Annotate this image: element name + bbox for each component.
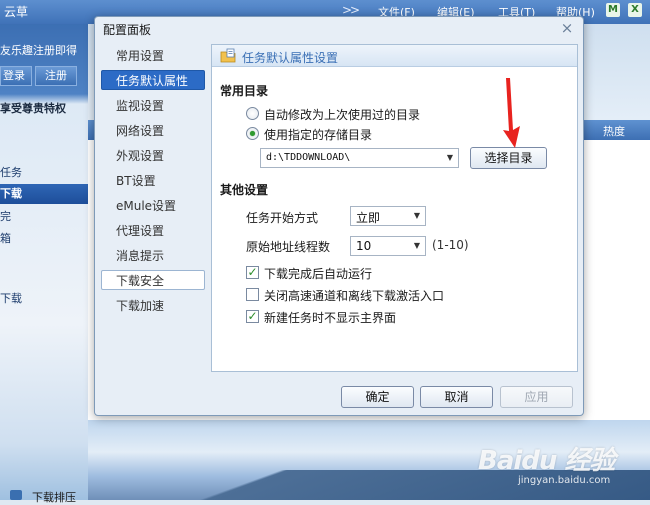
baidu-watermark: Baidu 经验 jingyan.baidu.com bbox=[478, 440, 648, 496]
config-dialog: 配置面板 × 常用设置 任务默认属性 监视设置 网络设置 外观设置 BT设置 e… bbox=[94, 16, 584, 416]
ok-button[interactable]: 确定 bbox=[341, 386, 414, 408]
panel-header: 任务默认属性设置 bbox=[212, 45, 577, 67]
cancel-button[interactable]: 取消 bbox=[420, 386, 493, 408]
app-title-fragment: 云草 bbox=[4, 5, 29, 19]
nav-network-settings[interactable]: 网络设置 bbox=[101, 120, 205, 140]
nav-download-security[interactable]: 下载安全 bbox=[101, 270, 205, 290]
directory-path-combo[interactable]: d:\TDDOWNLOAD\ ▼ bbox=[260, 148, 459, 168]
common-dir-heading: 常用目录 bbox=[220, 84, 269, 98]
nav-proxy-settings[interactable]: 代理设置 bbox=[101, 220, 205, 240]
watermark-logo: Baidu 经验 bbox=[478, 446, 615, 476]
left-item-tasks[interactable]: 任务 bbox=[0, 164, 22, 180]
annotation-arrow-icon bbox=[503, 78, 520, 148]
chevron-down-icon[interactable]: ▼ bbox=[442, 149, 458, 167]
nav-appearance-settings[interactable]: 外观设置 bbox=[101, 145, 205, 165]
nav-message-tips[interactable]: 消息提示 bbox=[101, 245, 205, 265]
chevron-down-icon[interactable]: ▼ bbox=[409, 207, 425, 225]
vip-text: 享受尊贵特权 bbox=[0, 102, 66, 115]
threads-range: (1-10) bbox=[432, 238, 469, 252]
other-settings-heading: 其他设置 bbox=[220, 183, 269, 197]
check-auto-run-label[interactable]: 下载完成后自动运行 bbox=[264, 265, 372, 282]
left-item-download[interactable]: 下载 bbox=[0, 290, 22, 306]
download-rank-icon bbox=[10, 490, 22, 500]
radio-last-dir-label[interactable]: 自动修改为上次使用过的目录 bbox=[264, 106, 420, 123]
settings-nav: 常用设置 任务默认属性 监视设置 网络设置 外观设置 BT设置 eMule设置 … bbox=[99, 39, 207, 329]
watermark-sub: jingyan.baidu.com bbox=[518, 475, 611, 486]
threads-select[interactable]: 10 ▼ bbox=[350, 236, 426, 256]
check-icon[interactable]: ✓ bbox=[246, 310, 259, 323]
nav-bt-settings[interactable]: BT设置 bbox=[101, 170, 205, 190]
start-mode-label: 任务开始方式 bbox=[246, 211, 319, 225]
radio-specified-dir-label[interactable]: 使用指定的存储目录 bbox=[264, 126, 372, 143]
left-item-completed[interactable]: 完 bbox=[0, 208, 11, 224]
x-badge-icon[interactable]: X bbox=[628, 3, 642, 17]
nav-download-acceleration[interactable]: 下载加速 bbox=[101, 295, 205, 315]
background-left-panel bbox=[0, 24, 88, 500]
nav-task-default-properties[interactable]: 任务默认属性 bbox=[101, 70, 205, 90]
radio-last-dir[interactable] bbox=[246, 107, 259, 120]
directory-path-value[interactable]: d:\TDDOWNLOAD\ bbox=[266, 152, 350, 163]
menu-overflow-icon[interactable]: >> bbox=[342, 3, 360, 17]
login-button[interactable]: 登录 bbox=[0, 66, 32, 86]
register-button[interactable]: 注册 bbox=[35, 66, 77, 86]
panel-title: 任务默认属性设置 bbox=[242, 51, 339, 65]
nav-emule-settings[interactable]: eMule设置 bbox=[101, 195, 205, 215]
checkbox-unchecked[interactable] bbox=[246, 288, 259, 301]
folder-settings-icon bbox=[220, 48, 236, 63]
left-item-box[interactable]: 箱 bbox=[0, 230, 11, 246]
apply-button[interactable]: 应用 bbox=[500, 386, 573, 408]
bottom-text[interactable]: 下载排压 bbox=[32, 489, 76, 505]
close-icon[interactable]: × bbox=[559, 20, 575, 36]
start-mode-value[interactable]: 立即 bbox=[356, 209, 380, 226]
column-heat[interactable]: 热度 bbox=[603, 123, 625, 139]
threads-value[interactable]: 10 bbox=[356, 239, 371, 253]
m-badge-icon[interactable]: M bbox=[606, 3, 620, 17]
check-hide-main-label[interactable]: 新建任务时不显示主界面 bbox=[264, 309, 396, 326]
check-disable-highspeed-label[interactable]: 关闭高速通道和离线下载激活入口 bbox=[264, 287, 444, 304]
promo-text: 友乐趣注册即得 bbox=[0, 44, 77, 57]
choose-directory-button[interactable]: 选择目录 bbox=[470, 147, 547, 169]
nav-monitor-settings[interactable]: 监视设置 bbox=[101, 95, 205, 115]
radio-specified-dir[interactable] bbox=[246, 127, 259, 140]
threads-label: 原始地址线程数 bbox=[246, 240, 331, 254]
start-mode-select[interactable]: 立即 ▼ bbox=[350, 206, 426, 226]
chevron-down-icon[interactable]: ▼ bbox=[409, 237, 425, 255]
left-item-downloading[interactable]: 下载 bbox=[0, 184, 88, 204]
dialog-title: 配置面板 bbox=[103, 23, 152, 37]
nav-common-settings[interactable]: 常用设置 bbox=[101, 45, 205, 65]
check-icon[interactable]: ✓ bbox=[246, 266, 259, 279]
